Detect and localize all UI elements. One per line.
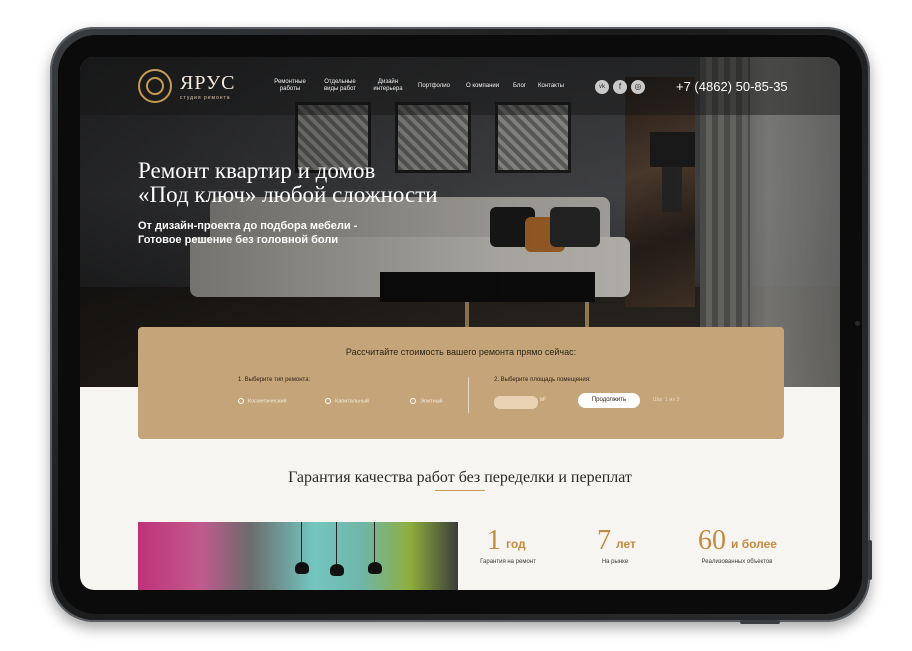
stat-years-number: 7: [597, 525, 611, 556]
nav-item-portfolio[interactable]: Портфолио: [418, 83, 450, 90]
stat-objects-label: Реализованных объектов: [701, 559, 773, 565]
pendant-wire: [374, 522, 375, 562]
instagram-icon[interactable]: ◎: [631, 80, 645, 94]
guarantee-title: Гарантия качества работ без переделки и …: [288, 469, 632, 486]
site-header: ЯРУС студия ремонта Ремонтные работы Отд…: [80, 57, 840, 115]
nav-item-repair[interactable]: Ремонтные работы: [270, 79, 310, 93]
interior-photo: [138, 522, 458, 590]
hero-subtitle-line1: От дизайн-проекта до подбора мебели -: [138, 220, 358, 232]
side-button: [868, 540, 872, 580]
camera-dot: [855, 321, 860, 326]
calculator-title: Рассчитайте стоимость вашего ремонта пря…: [345, 347, 577, 357]
stat-years-unit: лет: [616, 537, 636, 551]
logo-subtitle: студия ремонта: [180, 95, 231, 101]
radio-label: Элитный: [420, 398, 443, 405]
logo-icon[interactable]: [138, 69, 172, 103]
title-underline: [435, 490, 485, 491]
vk-icon[interactable]: vk: [595, 80, 609, 94]
facebook-icon[interactable]: f: [613, 80, 627, 94]
step2-label: 2. Выберите площадь помещения:: [494, 377, 591, 383]
radio-cosmetic[interactable]: Косметический: [238, 398, 287, 404]
radio-label: Косметический: [248, 398, 287, 405]
website-screen: ЯРУС студия ремонта Ремонтные работы Отд…: [80, 57, 840, 590]
stat-objects-unit: и более: [731, 537, 777, 551]
nav-item-about[interactable]: О компании: [466, 83, 499, 90]
main-nav: Ремонтные работы Отдельные виды работ Ди…: [270, 79, 580, 99]
radio-capital[interactable]: Капитальный: [325, 398, 369, 404]
step1-label: 1. Выберите тип ремонта:: [238, 377, 311, 383]
pendant-wire: [301, 522, 302, 562]
radio-elite[interactable]: Элитный: [410, 398, 443, 404]
step-info: Шаг 1 из 3: [653, 397, 680, 403]
hero-subtitle-line2: Готовое решение без головной боли: [138, 234, 339, 246]
nav-item-blog[interactable]: Блог: [513, 83, 526, 90]
radio-dot[interactable]: [325, 398, 331, 404]
calculator-divider: [468, 377, 469, 413]
stat-year-number: 1: [487, 525, 501, 556]
area-input[interactable]: [494, 396, 538, 409]
radio-label: Капитальный: [335, 398, 369, 405]
area-unit: м²: [540, 397, 547, 403]
stat-objects-number: 60: [698, 525, 726, 556]
nav-item-works[interactable]: Отдельные виды работ: [320, 79, 360, 93]
pendant-lamp: [368, 562, 382, 574]
bottom-button: [740, 620, 780, 624]
cost-calculator: Рассчитайте стоимость вашего ремонта пря…: [138, 327, 784, 439]
pendant-wire: [336, 522, 337, 564]
nav-item-design[interactable]: Дизайн интерьера: [370, 79, 406, 93]
radio-dot[interactable]: [238, 398, 244, 404]
hero-subtitle: От дизайн-проекта до подбора мебели - Го…: [138, 219, 498, 247]
nav-item-contacts[interactable]: Контакты: [538, 83, 564, 90]
radio-dot[interactable]: [410, 398, 416, 404]
hero-title-line2: «Под ключ» любой сложности: [138, 182, 438, 207]
pendant-lamp: [330, 564, 344, 576]
continue-button[interactable]: Продолжить: [578, 393, 640, 408]
logo-name[interactable]: ЯРУС: [180, 72, 235, 95]
stat-year-label: Гарантия на ремонт: [480, 559, 536, 565]
hero-title-line1: Ремонт квартир и домов: [138, 158, 376, 183]
hero-title: Ремонт квартир и домов «Под ключ» любой …: [138, 159, 598, 207]
stat-year-unit: год: [506, 537, 526, 551]
pendant-lamp: [295, 562, 309, 574]
stat-years-label: На рынке: [601, 559, 629, 565]
phone-number[interactable]: +7 (4862) 50-85-35: [676, 79, 788, 94]
